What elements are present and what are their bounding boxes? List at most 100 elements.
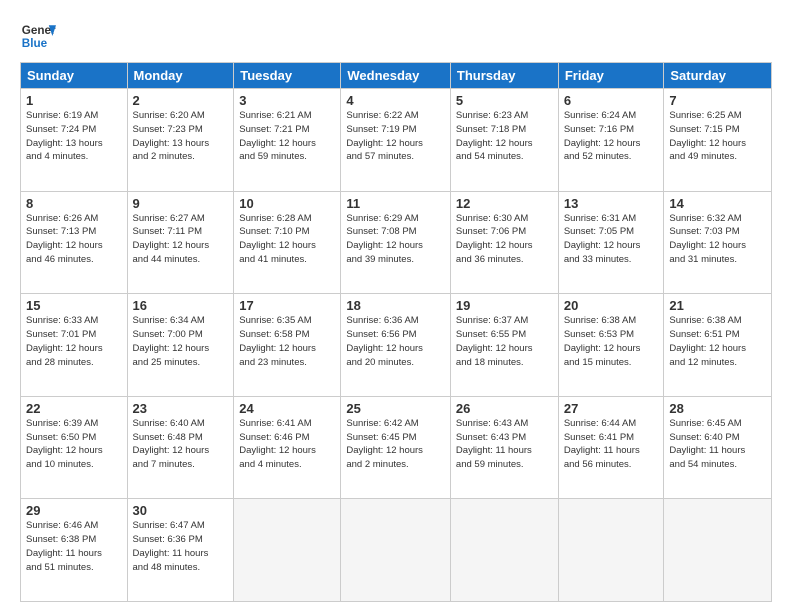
calendar-day-cell: 6Sunrise: 6:24 AMSunset: 7:16 PMDaylight… xyxy=(558,89,664,192)
day-detail: Sunrise: 6:22 AMSunset: 7:19 PMDaylight:… xyxy=(346,110,423,162)
calendar-day-cell: 20 Sunrise: 6:38 AMSunset: 6:53 PMDayligh… xyxy=(558,294,664,397)
day-detail: Sunrise: 6:46 AMSunset: 6:38 PMDaylight:… xyxy=(26,520,102,572)
day-number: 4 xyxy=(346,93,445,108)
calendar-day-cell xyxy=(664,499,772,602)
day-number: 16 xyxy=(133,298,229,313)
day-of-week-header: Friday xyxy=(558,63,664,89)
day-detail: Sunrise: 6:47 AMSunset: 6:36 PMDaylight:… xyxy=(133,520,209,572)
calendar-day-cell: 9 Sunrise: 6:27 AMSunset: 7:11 PMDaylight… xyxy=(127,191,234,294)
calendar-week-row: 22 Sunrise: 6:39 AMSunset: 6:50 PMDayligh… xyxy=(21,396,772,499)
day-detail: Sunrise: 6:41 AMSunset: 6:46 PMDaylight:… xyxy=(239,418,316,470)
day-number: 18 xyxy=(346,298,445,313)
calendar-day-cell: 11 Sunrise: 6:29 AMSunset: 7:08 PMDayligh… xyxy=(341,191,451,294)
calendar-day-cell: 26 Sunrise: 6:43 AMSunset: 6:43 PMDayligh… xyxy=(450,396,558,499)
calendar-day-cell: 22 Sunrise: 6:39 AMSunset: 6:50 PMDayligh… xyxy=(21,396,128,499)
calendar-day-cell: 10 Sunrise: 6:28 AMSunset: 7:10 PMDayligh… xyxy=(234,191,341,294)
svg-text:Blue: Blue xyxy=(22,37,48,50)
calendar-week-row: 29 Sunrise: 6:46 AMSunset: 6:38 PMDayligh… xyxy=(21,499,772,602)
calendar-day-cell: 15Sunrise: 6:33 AMSunset: 7:01 PMDayligh… xyxy=(21,294,128,397)
day-number: 21 xyxy=(669,298,766,313)
day-detail: Sunrise: 6:45 AMSunset: 6:40 PMDaylight:… xyxy=(669,418,745,470)
day-number: 22 xyxy=(26,401,122,416)
day-detail: Sunrise: 6:27 AMSunset: 7:11 PMDaylight:… xyxy=(133,213,210,265)
calendar-day-cell xyxy=(450,499,558,602)
calendar-week-row: 1Sunrise: 6:19 AMSunset: 7:24 PMDaylight… xyxy=(21,89,772,192)
day-detail: Sunrise: 6:40 AMSunset: 6:48 PMDaylight:… xyxy=(133,418,210,470)
calendar-day-cell: 1Sunrise: 6:19 AMSunset: 7:24 PMDaylight… xyxy=(21,89,128,192)
day-number: 11 xyxy=(346,196,445,211)
day-number: 13 xyxy=(564,196,659,211)
day-detail: Sunrise: 6:23 AMSunset: 7:18 PMDaylight:… xyxy=(456,110,533,162)
day-detail: Sunrise: 6:31 AMSunset: 7:05 PMDaylight:… xyxy=(564,213,641,265)
calendar-day-cell: 8 Sunrise: 6:26 AMSunset: 7:13 PMDaylight… xyxy=(21,191,128,294)
day-number: 20 xyxy=(564,298,659,313)
day-detail: Sunrise: 6:38 AMSunset: 6:51 PMDaylight:… xyxy=(669,315,746,367)
day-detail: Sunrise: 6:32 AMSunset: 7:03 PMDaylight:… xyxy=(669,213,746,265)
day-number: 26 xyxy=(456,401,553,416)
calendar-day-cell: 29 Sunrise: 6:46 AMSunset: 6:38 PMDayligh… xyxy=(21,499,128,602)
calendar-day-cell xyxy=(341,499,451,602)
calendar-day-cell: 27 Sunrise: 6:44 AMSunset: 6:41 PMDayligh… xyxy=(558,396,664,499)
day-detail: Sunrise: 6:42 AMSunset: 6:45 PMDaylight:… xyxy=(346,418,423,470)
day-number: 14 xyxy=(669,196,766,211)
day-detail: Sunrise: 6:35 AMSunset: 6:58 PMDaylight:… xyxy=(239,315,316,367)
logo-icon: General Blue xyxy=(20,18,56,54)
day-detail: Sunrise: 6:20 AMSunset: 7:23 PMDaylight:… xyxy=(133,110,210,162)
calendar-day-cell: 2 Sunrise: 6:20 AMSunset: 7:23 PMDaylight… xyxy=(127,89,234,192)
calendar-day-cell: 25 Sunrise: 6:42 AMSunset: 6:45 PMDayligh… xyxy=(341,396,451,499)
day-of-week-header: Thursday xyxy=(450,63,558,89)
day-number: 29 xyxy=(26,503,122,518)
calendar-day-cell: 5 Sunrise: 6:23 AMSunset: 7:18 PMDaylight… xyxy=(450,89,558,192)
day-number: 9 xyxy=(133,196,229,211)
day-number: 7 xyxy=(669,93,766,108)
calendar-day-cell: 21 Sunrise: 6:38 AMSunset: 6:51 PMDayligh… xyxy=(664,294,772,397)
calendar-week-row: 15Sunrise: 6:33 AMSunset: 7:01 PMDayligh… xyxy=(21,294,772,397)
day-detail: Sunrise: 6:37 AMSunset: 6:55 PMDaylight:… xyxy=(456,315,533,367)
day-number: 27 xyxy=(564,401,659,416)
calendar-day-cell: 30 Sunrise: 6:47 AMSunset: 6:36 PMDayligh… xyxy=(127,499,234,602)
day-detail: Sunrise: 6:44 AMSunset: 6:41 PMDaylight:… xyxy=(564,418,640,470)
day-number: 10 xyxy=(239,196,335,211)
day-number: 23 xyxy=(133,401,229,416)
day-of-week-header: Saturday xyxy=(664,63,772,89)
day-detail: Sunrise: 6:30 AMSunset: 7:06 PMDaylight:… xyxy=(456,213,533,265)
day-of-week-header: Wednesday xyxy=(341,63,451,89)
calendar-day-cell: 17 Sunrise: 6:35 AMSunset: 6:58 PMDayligh… xyxy=(234,294,341,397)
calendar-day-cell: 19 Sunrise: 6:37 AMSunset: 6:55 PMDayligh… xyxy=(450,294,558,397)
day-detail: Sunrise: 6:38 AMSunset: 6:53 PMDaylight:… xyxy=(564,315,641,367)
day-number: 25 xyxy=(346,401,445,416)
calendar-day-cell: 16Sunrise: 6:34 AMSunset: 7:00 PMDayligh… xyxy=(127,294,234,397)
day-number: 17 xyxy=(239,298,335,313)
day-number: 15 xyxy=(26,298,122,313)
page-header: General Blue xyxy=(20,18,772,54)
day-detail: Sunrise: 6:26 AMSunset: 7:13 PMDaylight:… xyxy=(26,213,103,265)
day-number: 24 xyxy=(239,401,335,416)
day-number: 5 xyxy=(456,93,553,108)
day-detail: Sunrise: 6:29 AMSunset: 7:08 PMDaylight:… xyxy=(346,213,423,265)
calendar-day-cell: 28 Sunrise: 6:45 AMSunset: 6:40 PMDayligh… xyxy=(664,396,772,499)
day-number: 19 xyxy=(456,298,553,313)
day-detail: Sunrise: 6:28 AMSunset: 7:10 PMDaylight:… xyxy=(239,213,316,265)
day-number: 28 xyxy=(669,401,766,416)
day-number: 6 xyxy=(564,93,659,108)
day-number: 30 xyxy=(133,503,229,518)
day-detail: Sunrise: 6:39 AMSunset: 6:50 PMDaylight:… xyxy=(26,418,103,470)
calendar-day-cell: 13 Sunrise: 6:31 AMSunset: 7:05 PMDayligh… xyxy=(558,191,664,294)
day-number: 8 xyxy=(26,196,122,211)
calendar-table: SundayMondayTuesdayWednesdayThursdayFrid… xyxy=(20,62,772,602)
calendar-day-cell xyxy=(234,499,341,602)
calendar-day-cell: 24 Sunrise: 6:41 AMSunset: 6:46 PMDayligh… xyxy=(234,396,341,499)
calendar-day-cell: 7Sunrise: 6:25 AMSunset: 7:15 PMDaylight… xyxy=(664,89,772,192)
calendar-day-cell: 23 Sunrise: 6:40 AMSunset: 6:48 PMDayligh… xyxy=(127,396,234,499)
calendar-day-cell xyxy=(558,499,664,602)
calendar-day-cell: 12 Sunrise: 6:30 AMSunset: 7:06 PMDayligh… xyxy=(450,191,558,294)
day-of-week-header: Sunday xyxy=(21,63,128,89)
day-detail: Sunrise: 6:43 AMSunset: 6:43 PMDaylight:… xyxy=(456,418,532,470)
day-detail: Sunrise: 6:36 AMSunset: 6:56 PMDaylight:… xyxy=(346,315,423,367)
logo: General Blue xyxy=(20,18,56,54)
calendar-day-cell: 3Sunrise: 6:21 AMSunset: 7:21 PMDaylight… xyxy=(234,89,341,192)
day-number: 1 xyxy=(26,93,122,108)
calendar-header-row: SundayMondayTuesdayWednesdayThursdayFrid… xyxy=(21,63,772,89)
day-number: 12 xyxy=(456,196,553,211)
day-number: 2 xyxy=(133,93,229,108)
